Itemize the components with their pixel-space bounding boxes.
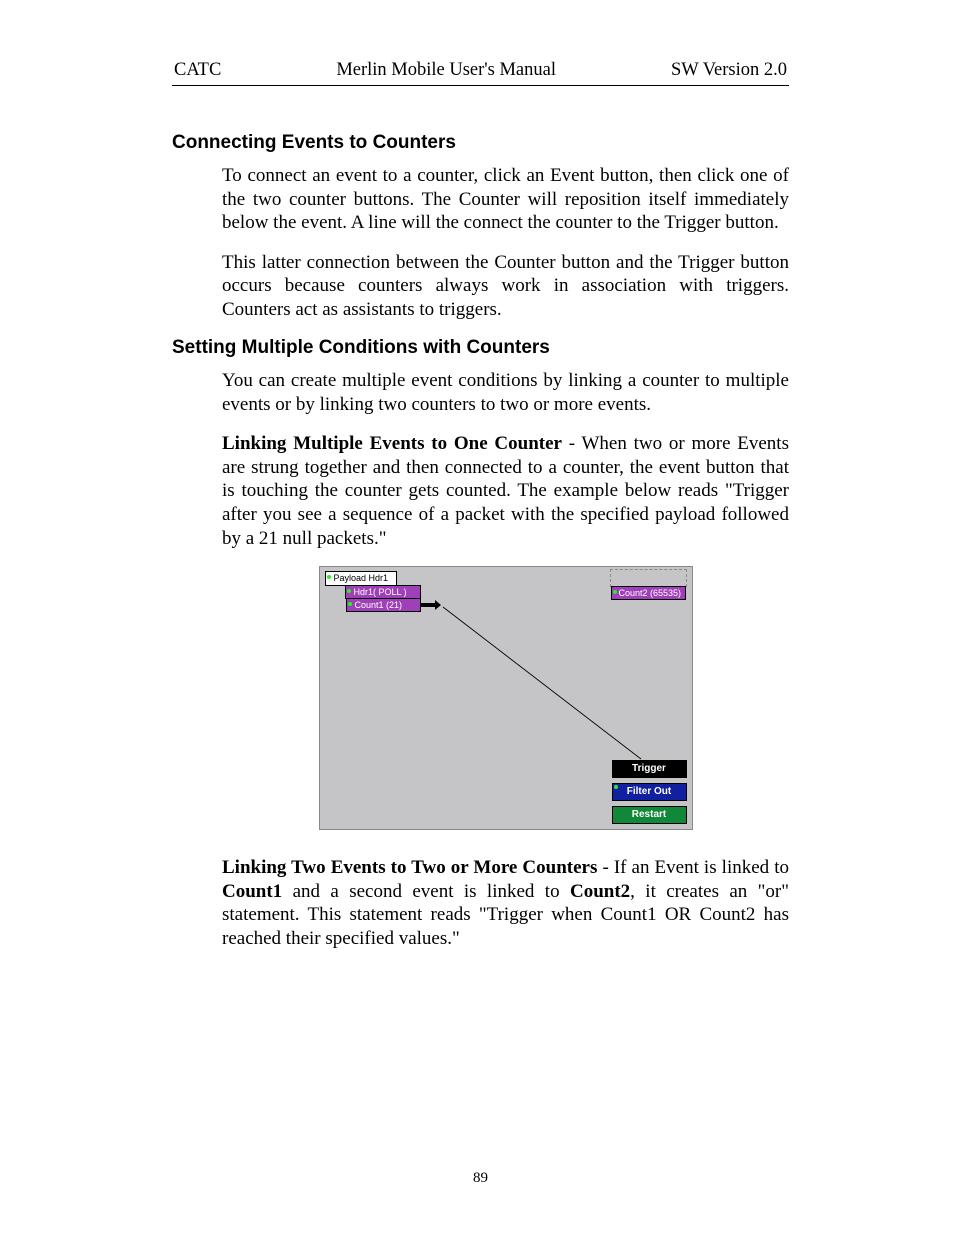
- label: Restart: [632, 809, 666, 820]
- label: Payload Hdr1: [334, 573, 389, 583]
- led-icon: [614, 785, 618, 789]
- counter-count2-placeholder: [610, 569, 687, 587]
- heading-connecting-events: Connecting Events to Counters: [172, 132, 789, 154]
- header-rule: [172, 85, 789, 86]
- paragraph: To connect an event to a counter, click …: [222, 164, 789, 235]
- led-icon: [327, 575, 331, 579]
- text: - If an Event is linked to: [597, 857, 789, 878]
- text: and a second event is linked to: [282, 881, 570, 902]
- led-icon: [347, 589, 351, 593]
- label: Count2 (65535): [619, 588, 682, 598]
- label: Count1 (21): [355, 600, 403, 610]
- figure-counter-diagram: Payload Hdr1 Hdr1( POLL ) Count1 (21) Co…: [319, 566, 693, 830]
- count2-term: Count2: [570, 881, 630, 902]
- restart-button[interactable]: Restart: [612, 806, 687, 824]
- paragraph: Linking Multiple Events to One Counter -…: [222, 432, 789, 550]
- paragraph-lead: Linking Multiple Events to One Counter: [222, 433, 562, 454]
- header-center: Merlin Mobile User's Manual: [336, 60, 556, 81]
- label: Filter Out: [627, 786, 671, 797]
- led-icon: [613, 590, 617, 594]
- action-column: Trigger Filter Out Restart: [612, 760, 687, 824]
- header-left: CATC: [174, 60, 221, 81]
- paragraph: You can create multiple event conditions…: [222, 369, 789, 416]
- led-icon: [348, 602, 352, 606]
- connector-arrow-icon: [421, 603, 437, 607]
- count1-term: Count1: [222, 881, 282, 902]
- paragraph: Linking Two Events to Two or More Counte…: [222, 856, 789, 950]
- event-payload-box[interactable]: Payload Hdr1: [325, 571, 397, 586]
- label: Hdr1( POLL ): [354, 587, 407, 597]
- counter-count1-box[interactable]: Count1 (21): [346, 598, 421, 612]
- paragraph: This latter connection between the Count…: [222, 251, 789, 322]
- page-number: 89: [172, 1170, 789, 1187]
- counter-count2-box[interactable]: Count2 (65535): [611, 586, 686, 600]
- filter-out-button[interactable]: Filter Out: [612, 783, 687, 801]
- label: Trigger: [632, 763, 666, 774]
- page-header: CATC Merlin Mobile User's Manual SW Vers…: [172, 60, 789, 85]
- paragraph-lead: Linking Two Events to Two or More Counte…: [222, 857, 597, 878]
- event-poll-box[interactable]: Hdr1( POLL ): [345, 585, 421, 599]
- header-right: SW Version 2.0: [671, 60, 787, 81]
- trigger-button[interactable]: Trigger: [612, 760, 687, 778]
- heading-setting-multiple: Setting Multiple Conditions with Counter…: [172, 337, 789, 359]
